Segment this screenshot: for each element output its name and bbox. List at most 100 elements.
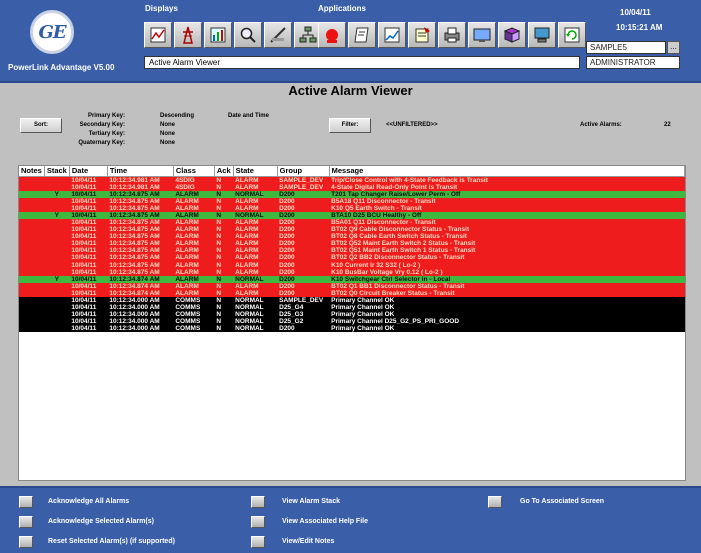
message-cell: Primary Channel OK [329, 304, 685, 312]
filter-button[interactable]: Filter: [329, 118, 371, 133]
group-cell: D200 [277, 218, 330, 227]
reset-selected-button[interactable] [19, 536, 33, 548]
alarm-bell-icon [326, 29, 338, 43]
server-field[interactable]: SAMPLE5 [586, 41, 666, 54]
table-row[interactable]: 10/04/11 10:12:34.000 AM COMMS N NORMAL D200 P… [19, 325, 685, 333]
message-cell: B5A18 Q11 Disconnector - Transit [329, 197, 685, 205]
date-cell: 10/04/11 [69, 261, 108, 269]
notes-cell [19, 247, 45, 255]
col-header-message[interactable]: Message [329, 166, 686, 177]
table-row[interactable]: 10/04/11 10:12:34.000 AM COMMS N NORMAL D25_G… [19, 304, 685, 312]
date-cell: 10/04/11 [69, 211, 108, 219]
stack-cell [44, 261, 70, 269]
state-cell: ALARM [233, 233, 278, 241]
print-app-button[interactable] [438, 22, 466, 48]
tower-display-button[interactable] [174, 22, 202, 48]
refresh-icon [564, 27, 580, 43]
table-row[interactable]: 10/04/11 10:12:34.875 AM ALARM N ALARM D200 K1… [19, 204, 685, 212]
message-cell: BT02 Q1 BB1 Disconnector Status - Transi… [329, 282, 685, 290]
notes-cell [19, 204, 45, 212]
refresh-app-button[interactable] [558, 22, 586, 48]
date-cell: 10/04/11 [69, 204, 108, 212]
alarm-app-button[interactable] [318, 22, 346, 48]
stack-cell [44, 325, 70, 333]
table-row[interactable]: 10/04/11 10:12:34.000 AM COMMS N NORMAL D25_G… [19, 311, 685, 319]
table-row[interactable]: 10/04/11 10:12:34.875 AM ALARM N ALARM D200 B5… [19, 218, 685, 227]
trend-icon [150, 27, 166, 43]
col-header-date[interactable]: Date [69, 166, 108, 177]
stack-cell [44, 289, 70, 297]
table-row[interactable]: 10/04/11 10:12:34.875 AM ALARM N ALARM D200 B5… [19, 197, 685, 205]
date-cell: 10/04/11 [69, 318, 108, 326]
col-header-time[interactable]: Time [107, 166, 174, 177]
notepad-app-button[interactable] [348, 22, 376, 48]
table-row[interactable]: Y 10/04/11 10:12:34.875 AM ALARM N NORMAL D200… [19, 190, 685, 198]
monitor-app-button[interactable] [528, 22, 556, 48]
table-row[interactable]: 10/04/11 10:12:34.875 AM ALARM N ALARM D200 BT… [19, 240, 685, 248]
trend-display-button[interactable] [144, 22, 172, 48]
table-row[interactable]: 10/04/11 10:12:34.981 AM 4SDIG N ALARM SAMPLE… [19, 176, 685, 184]
tertiary-key-value: None [160, 131, 175, 137]
ack-cell: N [214, 190, 234, 198]
terminal-app-button[interactable] [468, 22, 496, 48]
tools-display-button[interactable] [264, 22, 292, 48]
col-header-state[interactable]: State [233, 166, 278, 177]
chart-display-button[interactable] [204, 22, 232, 48]
col-header-class[interactable]: Class [173, 166, 215, 177]
ack-cell: N [214, 254, 234, 262]
view-help-button[interactable] [251, 516, 265, 528]
table-row[interactable]: Y 10/04/11 10:12:34.875 AM ALARM N NORMAL D200… [19, 211, 685, 219]
time-cell: 10:12:34.000 AM [107, 297, 174, 305]
table-row[interactable]: Y 10/04/11 10:12:34.874 AM ALARM N NORMAL D200… [19, 275, 685, 283]
stack-cell [44, 197, 70, 205]
table-header-row: Notes Stack Date Time Class Ack State Gr… [19, 166, 686, 177]
table-row[interactable]: 10/04/11 10:12:34.875 AM ALARM N ALARM D200 K1… [19, 268, 685, 276]
stack-cell [44, 218, 70, 227]
graph-app-button[interactable] [378, 22, 406, 48]
table-row[interactable]: 10/04/11 10:12:34.874 AM ALARM N ALARM D200 BT… [19, 282, 685, 290]
secondary-key-value: None [160, 122, 175, 128]
class-cell: COMMS [173, 304, 215, 312]
ack-cell: N [214, 275, 234, 283]
table-row[interactable]: 10/04/11 10:12:34.875 AM ALARM N ALARM D200 BT… [19, 247, 685, 255]
notes-cell [19, 240, 45, 248]
view-stack-button[interactable] [251, 496, 265, 508]
ack-all-button[interactable] [19, 496, 33, 508]
table-row[interactable]: 10/04/11 10:12:34.875 AM ALARM N ALARM D200 BT… [19, 254, 685, 262]
col-header-ack[interactable]: Ack [214, 166, 234, 177]
ack-selected-button[interactable] [19, 516, 33, 528]
view-notes-button[interactable] [251, 536, 265, 548]
zoom-display-button[interactable] [234, 22, 262, 48]
server-browse-button[interactable]: ... [667, 41, 680, 54]
table-row[interactable]: 10/04/11 10:12:34.875 AM ALARM N ALARM D200 K1… [19, 261, 685, 269]
col-header-group[interactable]: Group [277, 166, 330, 177]
class-cell: ALARM [173, 240, 215, 248]
chart-icon [210, 27, 226, 43]
table-row[interactable]: 10/04/11 10:12:34.981 AM 4SDIG N ALARM SAMPLE… [19, 183, 685, 191]
report-app-button[interactable] [408, 22, 436, 48]
primary-key-direction: Descending [160, 113, 195, 119]
stack-cell [44, 247, 70, 255]
table-row[interactable]: 10/04/11 10:12:34.874 AM ALARM N ALARM D200 BT… [19, 289, 685, 297]
table-row[interactable]: 10/04/11 10:12:34.875 AM ALARM N ALARM D200 BT… [19, 226, 685, 234]
table-row[interactable]: 10/04/11 10:12:34.000 AM COMMS N NORMAL SAMPL… [19, 297, 685, 305]
table-row[interactable]: 10/04/11 10:12:34.875 AM ALARM N ALARM D200 BT… [19, 233, 685, 241]
group-cell: D200 [277, 226, 330, 234]
date-cell: 10/04/11 [69, 304, 108, 312]
class-cell: ALARM [173, 190, 215, 198]
help-book-app-button[interactable] [498, 22, 526, 48]
col-header-stack[interactable]: Stack [44, 166, 70, 177]
col-header-notes[interactable]: Notes [19, 166, 45, 177]
ack-cell: N [214, 297, 234, 305]
time-cell: 10:12:34.875 AM [107, 197, 174, 205]
table-row[interactable]: 10/04/11 10:12:34.000 AM COMMS N NORMAL D25_G… [19, 318, 685, 326]
time-cell: 10:12:34.875 AM [107, 268, 174, 276]
page-title: Active Alarm Viewer [288, 83, 413, 98]
goto-screen-button[interactable] [488, 496, 502, 508]
notes-cell [19, 297, 45, 305]
group-cell: SAMPLE_DEV [277, 176, 330, 184]
notes-cell [19, 183, 45, 191]
notes-cell [19, 289, 45, 297]
class-cell: ALARM [173, 226, 215, 234]
notes-cell [19, 190, 45, 198]
